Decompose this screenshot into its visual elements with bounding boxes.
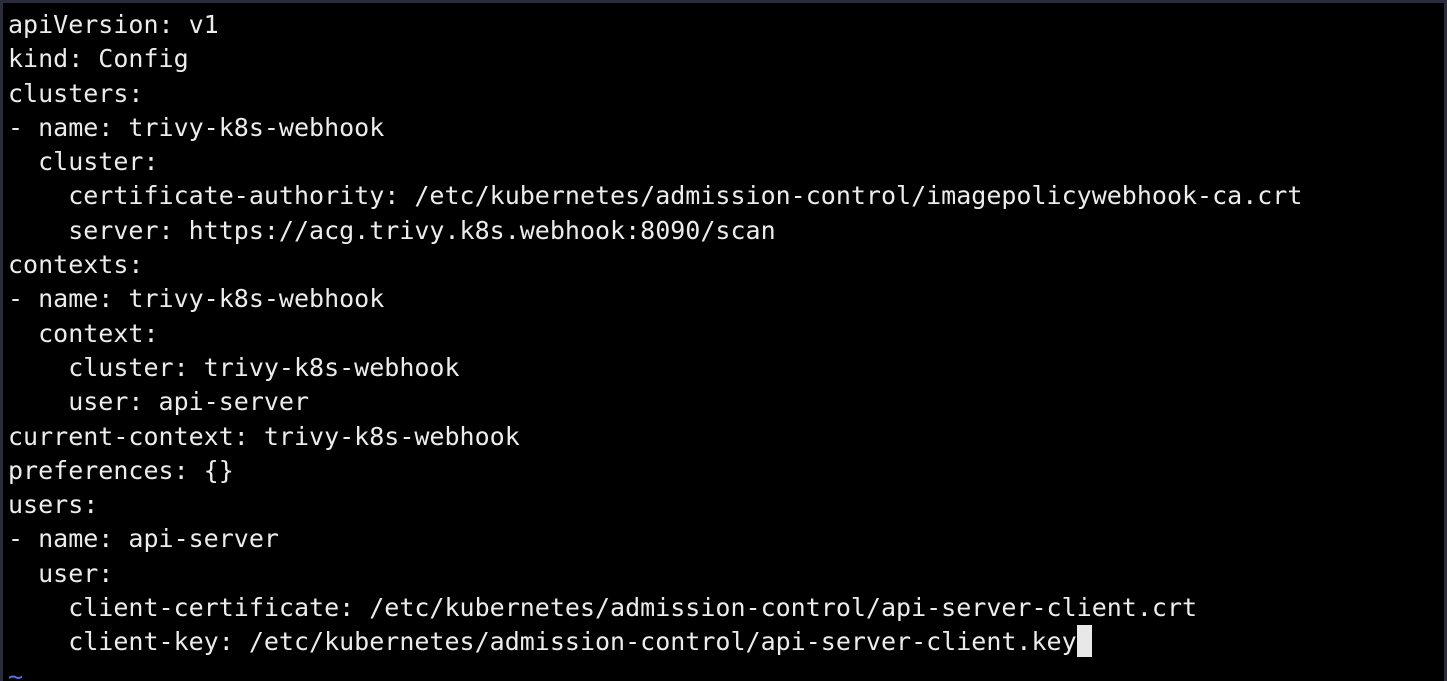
code-line: contexts: — [8, 250, 144, 280]
code-line: context: — [8, 318, 159, 348]
text-editor-buffer[interactable]: apiVersion: v1 kind: Config clusters: - nam… — [8, 8, 1302, 681]
code-line-text: client-key: /etc/kubernetes/admission-co… — [8, 627, 1077, 657]
code-line: user: — [8, 558, 114, 588]
code-line-current: client-key: /etc/kubernetes/admission-co… — [8, 625, 1302, 659]
code-line: certificate-authority: /etc/kubernetes/a… — [8, 181, 1303, 211]
code-line: server: https://acg.trivy.k8s.webhook:80… — [8, 215, 776, 245]
code-line: kind: Config — [8, 44, 189, 74]
text-cursor — [1076, 625, 1092, 658]
code-line: cluster: trivy-k8s-webhook — [8, 352, 460, 382]
code-line: clusters: — [8, 78, 144, 108]
code-line: apiVersion: v1 — [8, 10, 219, 39]
code-line: preferences: {} — [8, 455, 234, 485]
code-line: users: — [8, 490, 99, 520]
code-line: cluster: — [8, 147, 159, 177]
terminal-window[interactable]: apiVersion: v1 kind: Config clusters: - nam… — [3, 3, 1444, 681]
code-line: current-context: trivy-k8s-webhook — [8, 421, 520, 451]
code-line: client-certificate: /etc/kubernetes/admi… — [8, 593, 1198, 623]
code-line: - name: trivy-k8s-webhook — [8, 112, 385, 142]
code-line: - name: api-server — [8, 524, 279, 554]
code-line: user: api-server — [8, 387, 310, 417]
empty-line-tilde: ~ — [8, 661, 24, 681]
code-line: - name: trivy-k8s-webhook — [8, 284, 385, 314]
